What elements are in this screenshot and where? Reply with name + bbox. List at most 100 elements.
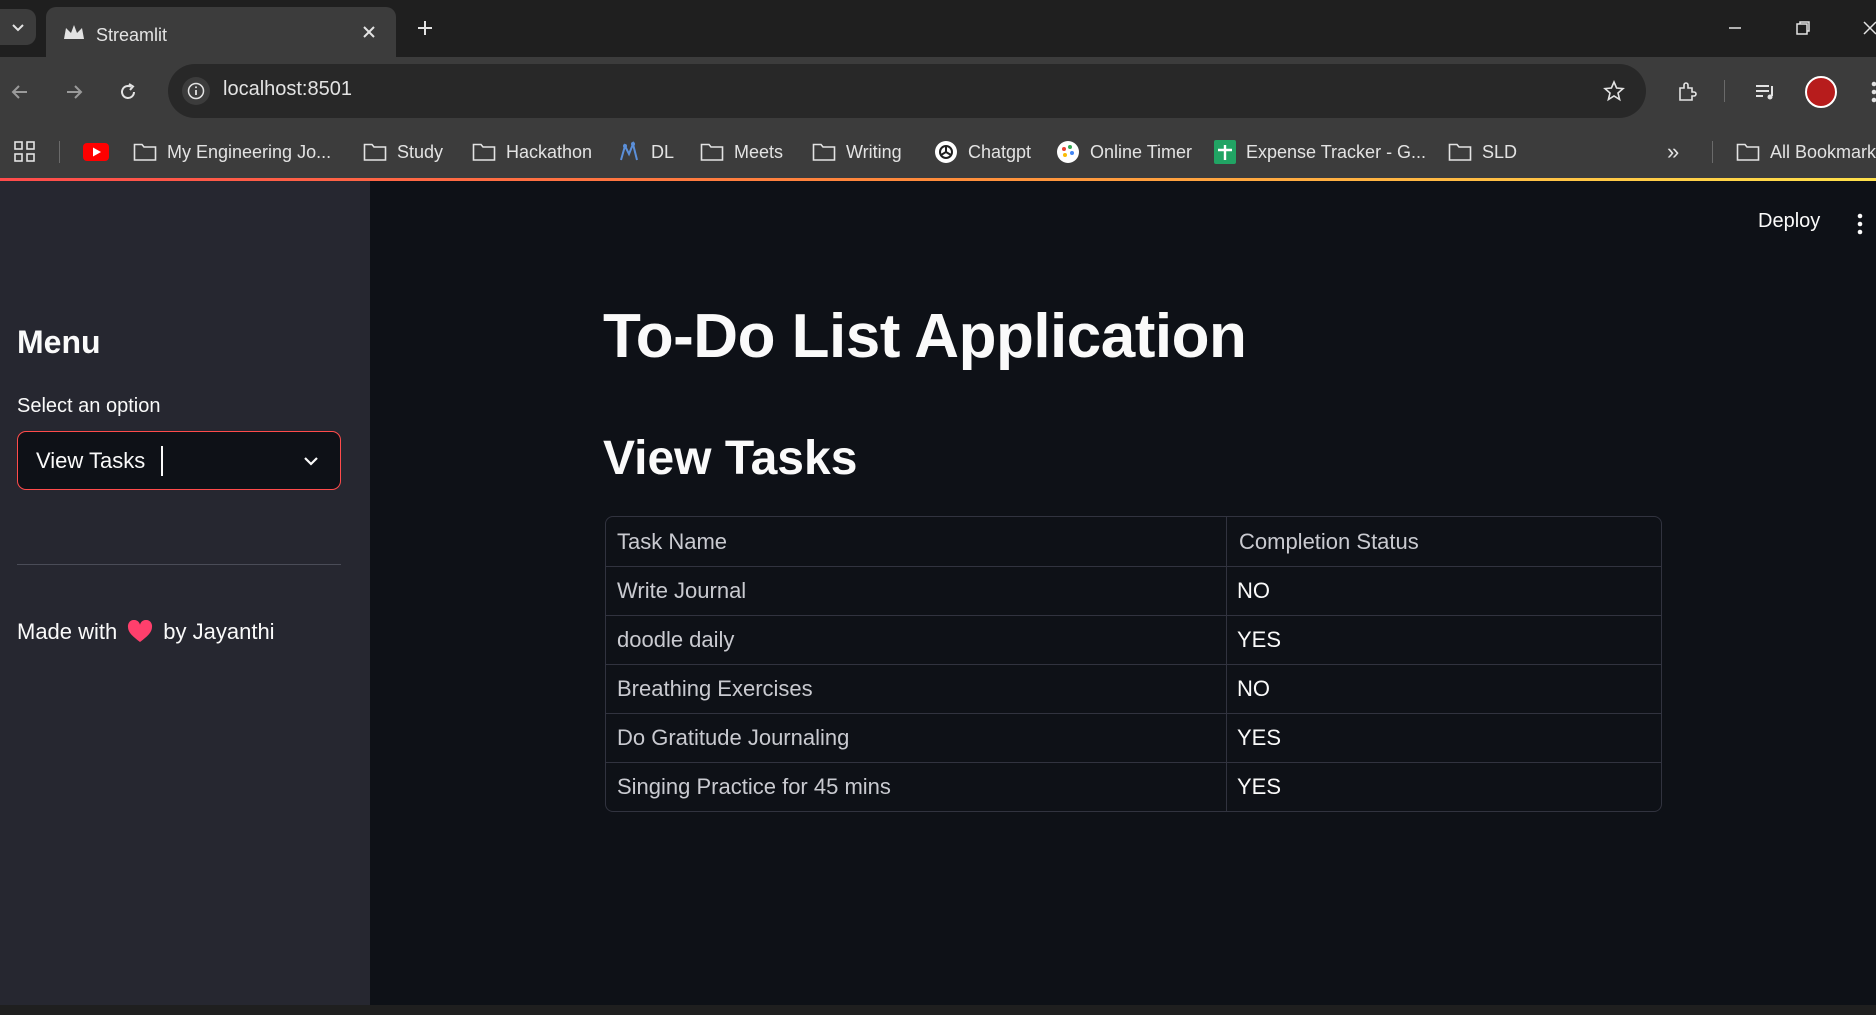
main-content: Deploy To-Do List Application View Tasks… [370, 181, 1876, 1005]
heart-icon [128, 620, 153, 642]
bookmark-expense-tracker[interactable]: Expense Tracker - G... [1214, 137, 1426, 167]
bookmark-label: All Bookmarks [1770, 141, 1876, 162]
close-window-icon[interactable] [1855, 13, 1876, 43]
table-row: Breathing Exercises NO [606, 664, 1661, 713]
text-cursor [161, 446, 163, 476]
all-bookmarks-button[interactable]: All Bookmarks [1736, 137, 1876, 167]
bookmark-writing[interactable]: Writing [812, 137, 902, 167]
select-label: Select an option [17, 395, 161, 417]
status-cell: YES [1237, 774, 1282, 799]
browser-menu-kebab-icon[interactable] [1858, 76, 1876, 108]
browser-toolbar: localhost:8501 [0, 57, 1876, 125]
toolbar-separator [1724, 80, 1725, 102]
section-heading: View Tasks [603, 432, 858, 485]
sidebar: Menu Select an option View Tasks Made wi… [0, 181, 370, 1005]
bookmark-label: Writing [846, 141, 902, 162]
folder-icon [1448, 143, 1472, 161]
task-name-cell: Do Gratitude Journaling [606, 714, 1227, 762]
reload-icon[interactable] [112, 76, 144, 108]
table-row: Write Journal NO [606, 566, 1661, 615]
bookmark-sld[interactable]: SLD [1448, 137, 1517, 167]
bookmarks-separator [59, 141, 60, 163]
bookmark-chatgpt[interactable]: Chatgpt [934, 137, 1031, 167]
bookmark-label: SLD [1482, 141, 1518, 162]
status-cell: NO [1237, 578, 1270, 603]
option-select[interactable]: View Tasks [17, 431, 341, 490]
restore-icon[interactable] [1788, 13, 1818, 43]
browser-tab-strip: Streamlit [0, 0, 1876, 57]
bookmark-hackathon[interactable]: Hackathon [472, 137, 592, 167]
sheets-icon [1214, 140, 1236, 164]
folder-icon [363, 143, 387, 161]
bookmarks-separator [1712, 141, 1713, 163]
streamlit-crown-icon [64, 25, 84, 39]
sidebar-divider [17, 564, 341, 565]
taskbar-edge [0, 1005, 1876, 1015]
forward-arrow-icon[interactable] [58, 76, 90, 108]
status-cell: YES [1237, 725, 1282, 750]
dl-icon [620, 140, 638, 161]
bookmark-dl[interactable]: DL [617, 137, 674, 167]
sidebar-title: Menu [17, 324, 101, 360]
folder-icon [700, 143, 724, 161]
more-bookmarks-button[interactable]: » [1667, 137, 1679, 167]
browser-tab[interactable]: Streamlit [46, 7, 396, 57]
table-row: Singing Practice for 45 mins YES [606, 762, 1661, 811]
folder-icon [472, 143, 496, 161]
folder-icon [133, 143, 157, 161]
chatgpt-icon [935, 141, 957, 163]
status-cell: NO [1237, 676, 1270, 701]
table-header-row: Task Name Completion Status [606, 517, 1661, 566]
tasks-table: Task Name Completion Status Write Journa… [605, 516, 1662, 812]
timer-icon [1057, 141, 1079, 163]
youtube-icon [83, 143, 109, 161]
select-value: View Tasks [36, 448, 146, 473]
bookmark-my-engineering[interactable]: My Engineering Jo... [133, 137, 331, 167]
credit-line: Made with by Jayanthi [17, 619, 275, 645]
media-queue-icon[interactable] [1749, 76, 1781, 108]
status-cell: YES [1237, 627, 1282, 652]
bookmark-label: Chatgpt [968, 141, 1032, 162]
minimize-icon[interactable] [1720, 13, 1750, 43]
profile-avatar[interactable] [1805, 76, 1837, 108]
chevron-down-icon[interactable] [300, 450, 322, 472]
column-header: Completion Status [1239, 528, 1419, 554]
app-menu-kebab-icon[interactable] [1850, 211, 1870, 237]
folder-icon [812, 143, 836, 161]
bookmark-youtube[interactable] [83, 137, 119, 167]
column-header: Task Name [606, 517, 1227, 566]
table-row: Do Gratitude Journaling YES [606, 713, 1661, 762]
address-bar[interactable]: localhost:8501 [168, 64, 1646, 118]
back-arrow-icon[interactable] [4, 76, 36, 108]
bookmark-label: My Engineering Jo... [167, 141, 332, 162]
task-name-cell: doodle daily [606, 616, 1227, 664]
tab-search-button[interactable] [0, 9, 36, 45]
table-row: doodle daily YES [606, 615, 1661, 664]
close-tab-icon[interactable] [356, 19, 382, 45]
bookmark-online-timer[interactable]: Online Timer [1056, 137, 1192, 167]
deploy-button[interactable]: Deploy [1758, 210, 1820, 233]
url-text: localhost:8501 [223, 78, 352, 100]
bookmarks-bar: My Engineering Jo... Study Hackathon DL … [0, 125, 1876, 180]
bookmark-label: Expense Tracker - G... [1246, 141, 1427, 162]
extensions-puzzle-icon[interactable] [1671, 76, 1703, 108]
bookmark-label: Hackathon [506, 141, 593, 162]
folder-icon [1736, 143, 1760, 161]
bookmark-label: Online Timer [1090, 141, 1193, 162]
bookmark-label: DL [651, 141, 675, 162]
tab-title: Streamlit [96, 25, 168, 45]
site-info-icon[interactable] [182, 77, 210, 105]
more-bookmarks-chevron-icon: » [1667, 139, 1680, 164]
bookmark-star-icon[interactable] [1600, 77, 1628, 105]
bookmark-label: Meets [734, 141, 784, 162]
apps-grid-icon[interactable] [14, 137, 46, 167]
bookmark-study[interactable]: Study [363, 137, 443, 167]
new-tab-plus-icon[interactable] [410, 13, 440, 43]
task-name-cell: Singing Practice for 45 mins [606, 763, 1227, 811]
bookmark-meets[interactable]: Meets [700, 137, 783, 167]
bookmark-label: Study [397, 141, 444, 162]
task-name-cell: Breathing Exercises [606, 665, 1227, 713]
page-title: To-Do List Application [603, 302, 1247, 371]
credit-text-before: Made with [17, 619, 118, 644]
chevron-down-icon [12, 24, 24, 32]
